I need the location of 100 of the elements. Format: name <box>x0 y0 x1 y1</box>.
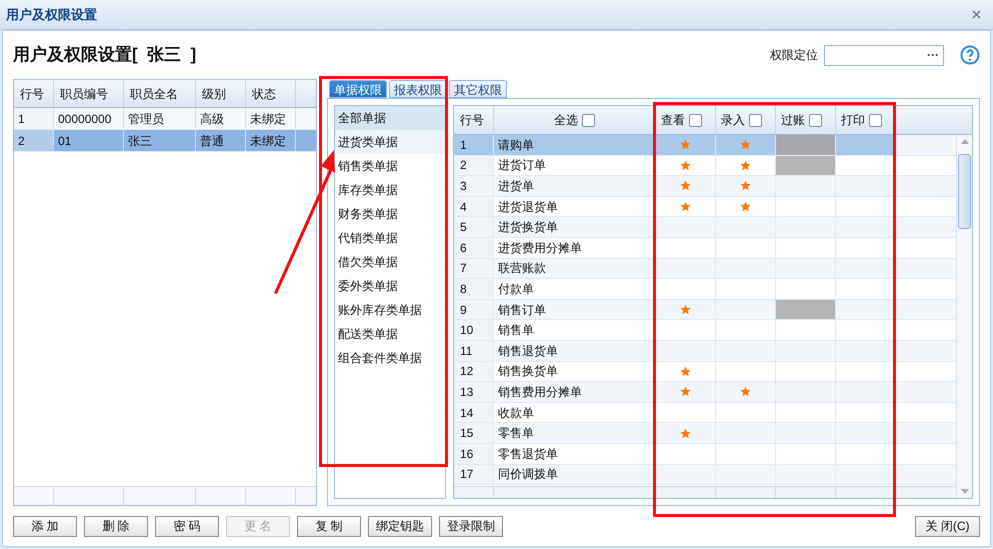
table-row[interactable]: 17 同价调拨单 <box>454 464 956 486</box>
table-row[interactable]: 11 销售退货单 <box>454 340 956 362</box>
category-item[interactable]: 财务类单据 <box>335 202 445 226</box>
action-button[interactable]: 添 加 <box>13 516 77 536</box>
column-header[interactable]: 行号 <box>460 111 484 129</box>
close-button[interactable]: 关 闭(C) <box>915 516 980 536</box>
row-number: 17 <box>460 466 474 484</box>
table-cell-text: 销售费用分摊单 <box>498 384 582 401</box>
window-title: 用户及权限设置 <box>6 6 97 24</box>
action-button[interactable]: 密 码 <box>155 516 219 536</box>
table-cell-text: 零售单 <box>498 425 534 442</box>
column-header[interactable]: 行号 <box>20 84 44 102</box>
table-row[interactable]: 9 销售订单 <box>454 300 956 320</box>
table-row[interactable]: 2 01 张三 普通 未绑定 <box>14 130 316 152</box>
category-item[interactable]: 代销类单据 <box>335 226 445 250</box>
column-header[interactable]: 查看 <box>661 111 685 129</box>
table-row[interactable]: 15 零售单 <box>454 423 956 444</box>
tab[interactable]: 报表权限 <box>389 80 447 98</box>
column-header[interactable]: 打印 <box>841 111 865 129</box>
ellipsis-button[interactable]: ··· <box>927 46 939 64</box>
table-cell-text: 收款单 <box>498 404 534 422</box>
table-cell-text: 张三 <box>128 132 152 150</box>
table-row[interactable]: 16 零售退货单 <box>454 444 956 464</box>
table-row[interactable]: 2 进货订单 <box>454 156 956 176</box>
checkbox[interactable] <box>809 114 822 126</box>
table-row[interactable]: 1 00000000 管理员 高级 未绑定 <box>14 108 316 130</box>
row-number: 10 <box>460 322 474 340</box>
table-row[interactable]: 10 销售单 <box>454 320 956 341</box>
field-label: 权限定位 <box>770 47 818 64</box>
category-item[interactable]: 销售类单据 <box>335 154 445 178</box>
table-cell-text: 进货费用分摊单 <box>498 240 582 257</box>
checkbox[interactable] <box>749 114 762 126</box>
category-item[interactable]: 账外库存类单据 <box>335 298 445 322</box>
category-item[interactable]: 配送类单据 <box>335 322 445 346</box>
row-number: 15 <box>460 425 474 442</box>
locate-field[interactable]: ··· <box>824 44 944 66</box>
category-item[interactable]: 全部单据 <box>335 106 445 130</box>
table-cell-text: 付款单 <box>498 280 534 298</box>
row-number: 8 <box>460 280 467 298</box>
help-icon[interactable] <box>960 45 980 65</box>
column-header[interactable]: 职员全名 <box>130 84 178 102</box>
table-cell-text: 同价调拨单 <box>498 466 558 484</box>
column-header[interactable]: 过账 <box>781 111 805 129</box>
table-cell-text: 2 <box>18 132 25 150</box>
table-cell-text: 请购单 <box>498 136 534 154</box>
table-cell-text: 管理员 <box>128 110 164 128</box>
table-cell-text: 未绑定 <box>250 110 286 128</box>
table-cell-text: 进货单 <box>498 178 534 195</box>
scrollbar-thumb[interactable] <box>958 154 971 229</box>
checkbox[interactable] <box>689 114 702 126</box>
scrollbar[interactable] <box>956 135 972 498</box>
table-cell-text: 进货换货单 <box>498 219 558 236</box>
table-cell-text: 1 <box>18 110 25 128</box>
tab[interactable]: 其它权限 <box>449 80 507 98</box>
table-cell-text: 销售单 <box>498 322 534 340</box>
row-number: 16 <box>460 446 474 463</box>
row-number: 14 <box>460 404 474 422</box>
row-number: 12 <box>460 363 474 380</box>
column-header[interactable]: 级别 <box>202 84 226 102</box>
table-cell-text: 进货退货单 <box>498 198 558 216</box>
column-header[interactable]: 全选 <box>554 111 578 129</box>
table-row[interactable]: 14 收款单 <box>454 402 956 424</box>
checkbox[interactable] <box>869 114 882 126</box>
column-header[interactable]: 状态 <box>252 84 276 102</box>
table-cell-text: 00000000 <box>58 110 112 128</box>
table-row[interactable]: 4 进货退货单 <box>454 196 956 218</box>
category-item[interactable]: 进货类单据 <box>335 130 445 154</box>
close-icon[interactable] <box>972 10 981 19</box>
action-button[interactable]: 删 除 <box>84 516 148 536</box>
table-row[interactable]: 13 销售费用分摊单 <box>454 382 956 403</box>
table-cell-text: 销售订单 <box>498 302 546 319</box>
table-row[interactable]: 6 进货费用分摊单 <box>454 238 956 259</box>
table-row[interactable]: 5 进货换货单 <box>454 217 956 238</box>
table-cell-text: 未绑定 <box>250 132 286 150</box>
table-row[interactable]: 8 付款单 <box>454 279 956 300</box>
category-item[interactable]: 库存类单据 <box>335 178 445 202</box>
action-button[interactable]: 登录限制 <box>439 516 503 536</box>
tab[interactable]: 单据权限 <box>329 80 387 98</box>
table-row[interactable]: 1 请购单 <box>454 135 956 156</box>
table-cell-text: 01 <box>58 132 72 150</box>
row-number: 5 <box>460 219 467 236</box>
row-number: 2 <box>460 157 467 174</box>
row-number: 1 <box>460 136 467 154</box>
action-button[interactable]: 复 制 <box>297 516 361 536</box>
column-header[interactable]: 职员编号 <box>60 84 108 102</box>
category-item[interactable]: 借欠类单据 <box>335 250 445 274</box>
up-arrow-icon[interactable] <box>960 139 968 144</box>
category-item[interactable]: 委外类单据 <box>335 274 445 298</box>
row-number: 7 <box>460 260 467 278</box>
table-row[interactable]: 12 销售换货单 <box>454 362 956 382</box>
table-cell-text: 零售退货单 <box>498 446 558 463</box>
down-arrow-icon[interactable] <box>960 489 968 494</box>
action-button[interactable]: 绑定钥匙 <box>368 516 432 536</box>
category-item[interactable]: 组合套件类单据 <box>335 346 445 370</box>
row-number: 3 <box>460 178 467 195</box>
column-header[interactable]: 录入 <box>721 111 745 129</box>
table-row[interactable]: 7 联营账款 <box>454 258 956 280</box>
table-row[interactable]: 3 进货单 <box>454 176 956 197</box>
row-number: 4 <box>460 198 467 216</box>
checkbox[interactable] <box>582 114 595 126</box>
